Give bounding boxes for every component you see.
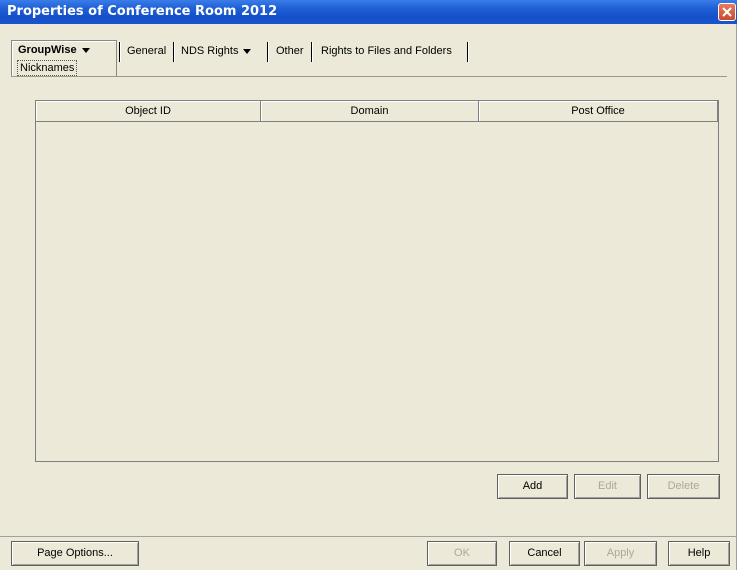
nicknames-table[interactable]: Object ID Domain Post Office: [35, 100, 719, 462]
tab-groupwise[interactable]: GroupWise Nicknames: [11, 40, 117, 77]
tab-separator: [267, 42, 269, 62]
chevron-down-icon[interactable]: [81, 47, 90, 53]
properties-dialog: Properties of Conference Room 2012 Group…: [0, 0, 737, 570]
column-header-object-id[interactable]: Object ID: [36, 101, 261, 122]
column-header-post-office[interactable]: Post Office: [479, 101, 718, 122]
tab-panel-divider: [11, 76, 727, 77]
ok-button[interactable]: OK: [427, 541, 497, 566]
column-header-domain[interactable]: Domain: [261, 101, 479, 122]
tab-separator: [311, 42, 313, 62]
tab-general[interactable]: General: [127, 40, 166, 62]
add-button[interactable]: Add: [497, 474, 568, 499]
tab-nicknames-page[interactable]: Nicknames: [17, 60, 78, 76]
close-icon: [722, 7, 732, 17]
tab-nds-rights-label: NDS Rights: [181, 45, 239, 57]
window-title: Properties of Conference Room 2012: [7, 4, 278, 19]
page-options-button[interactable]: Page Options...: [11, 541, 139, 566]
cancel-button[interactable]: Cancel: [509, 541, 580, 566]
tab-groupwise-label: GroupWise: [18, 44, 90, 56]
tab-separator: [119, 42, 121, 62]
delete-button[interactable]: Delete: [647, 474, 720, 499]
chevron-down-icon[interactable]: [243, 48, 252, 54]
tab-rights-to-files-and-folders[interactable]: Rights to Files and Folders: [321, 40, 452, 62]
tab-separator: [467, 42, 469, 62]
help-button[interactable]: Help: [668, 541, 730, 566]
table-header: Object ID Domain Post Office: [36, 101, 718, 122]
footer-divider: [0, 536, 737, 537]
tab-separator: [173, 42, 175, 62]
title-bar[interactable]: Properties of Conference Room 2012: [0, 0, 737, 24]
apply-button[interactable]: Apply: [584, 541, 657, 566]
tab-other[interactable]: Other: [276, 40, 304, 62]
tab-nds-rights[interactable]: NDS Rights: [181, 40, 252, 62]
close-button[interactable]: [718, 3, 736, 21]
edit-button[interactable]: Edit: [574, 474, 641, 499]
